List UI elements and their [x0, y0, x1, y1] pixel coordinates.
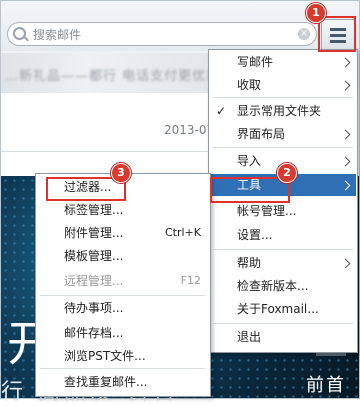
- tools-menu-item-label: 浏览PST文件...: [64, 349, 146, 363]
- menu-separator: [213, 249, 353, 250]
- clear-icon[interactable]: ×: [298, 28, 310, 40]
- tools-menu-item-label: 附件管理...: [64, 226, 124, 240]
- tools-item-highlight: [210, 177, 290, 203]
- tools-menu-item-label: 远程管理...: [64, 274, 124, 288]
- chevron-right-icon: [340, 180, 351, 191]
- tools-menu-item-label: 查找重复邮件...: [64, 375, 148, 389]
- tools-menu-item[interactable]: 邮件存档...: [37, 322, 209, 344]
- main-menu-item[interactable]: 界面布局: [210, 123, 356, 145]
- divider: [1, 151, 211, 152]
- menu-separator: [40, 368, 206, 369]
- main-menu-item[interactable]: 帮助: [210, 252, 356, 274]
- tools-menu-item[interactable]: 待办事项...: [37, 297, 209, 319]
- top-toolbar: 搜索邮件 ×: [1, 1, 359, 51]
- main-menu-item-label: 退出: [237, 330, 262, 344]
- tools-menu-item[interactable]: 标签管理...: [37, 199, 209, 221]
- step-badge-3: 3: [111, 163, 131, 183]
- tools-menu-item[interactable]: 模板管理...: [37, 245, 209, 267]
- chevron-right-icon: [340, 156, 351, 167]
- main-menu-item-label: 导入: [237, 154, 262, 168]
- chevron-right-icon: [340, 129, 351, 140]
- menu-separator: [40, 295, 206, 296]
- main-menu-item-label: 写邮件: [237, 55, 274, 69]
- tools-menu-item-label: 模板管理...: [64, 249, 124, 263]
- main-menu-item[interactable]: 收取: [210, 74, 356, 96]
- main-menu-item-label: 界面布局: [237, 127, 286, 141]
- main-menu-item[interactable]: 退出: [210, 326, 356, 348]
- shortcut-label: F12: [180, 274, 201, 287]
- blurred-subject: …新礼品——都行 电话支付更优惠: [5, 69, 221, 84]
- menu-separator: [213, 97, 353, 98]
- search-icon: [13, 27, 26, 40]
- tools-submenu: 过滤器... 标签管理... 附件管理... Ctrl+K 模板管理... 远程管理...…: [35, 173, 211, 397]
- tools-menu-item[interactable]: 查找重复邮件...: [37, 371, 209, 393]
- menu-button-highlight: [318, 16, 356, 52]
- check-icon: ✓: [216, 104, 227, 118]
- main-menu-item[interactable]: ✓ 显示常用文件夹: [210, 100, 356, 122]
- menu-separator: [213, 323, 353, 324]
- tools-menu-item: 远程管理... F12: [37, 270, 209, 292]
- tools-menu-item[interactable]: 浏览PST文件...: [37, 345, 209, 367]
- message-subject-banner[interactable]: …新礼品——都行 电话支付更优惠: [1, 53, 219, 93]
- main-menu-item-label: 帐号管理...: [237, 204, 297, 218]
- chevron-right-icon: [340, 258, 351, 269]
- main-menu-item[interactable]: 关于Foxmail...: [210, 298, 356, 320]
- tools-menu-item[interactable]: 附件管理... Ctrl+K: [37, 222, 209, 244]
- step-badge-1: 1: [306, 3, 326, 23]
- tools-menu-item-label: 邮件存档...: [64, 326, 124, 340]
- main-menu-item-label: 帮助: [237, 256, 262, 270]
- main-menu-item-label: 显示常用文件夹: [237, 104, 322, 118]
- main-menu-item-label: 收取: [237, 78, 262, 92]
- main-menu-item[interactable]: 检查新版本...: [210, 275, 356, 297]
- step-badge-2: 2: [277, 163, 297, 183]
- main-menu-item-label: 检查新版本...: [237, 279, 309, 293]
- main-menu-item-label: 设置...: [237, 228, 273, 242]
- image-right-text: 前首: [306, 375, 346, 396]
- main-menu-item[interactable]: 帐号管理...: [210, 200, 356, 222]
- message-date: 2013-07: [164, 123, 215, 137]
- menu-separator: [213, 147, 353, 148]
- chevron-right-icon: [340, 80, 351, 91]
- shortcut-label: Ctrl+K: [164, 226, 201, 239]
- search-input[interactable]: 搜索邮件: [33, 26, 81, 43]
- main-menu-item[interactable]: 设置...: [210, 224, 356, 246]
- tools-menu-item-label: 待办事项...: [64, 301, 124, 315]
- tools-menu-item-label: 标签管理...: [64, 203, 124, 217]
- chevron-right-icon: [340, 57, 351, 68]
- main-menu-item-label: 关于Foxmail...: [237, 302, 319, 316]
- main-menu-item[interactable]: 写邮件: [210, 51, 356, 73]
- search-box[interactable]: 搜索邮件 ×: [7, 22, 317, 46]
